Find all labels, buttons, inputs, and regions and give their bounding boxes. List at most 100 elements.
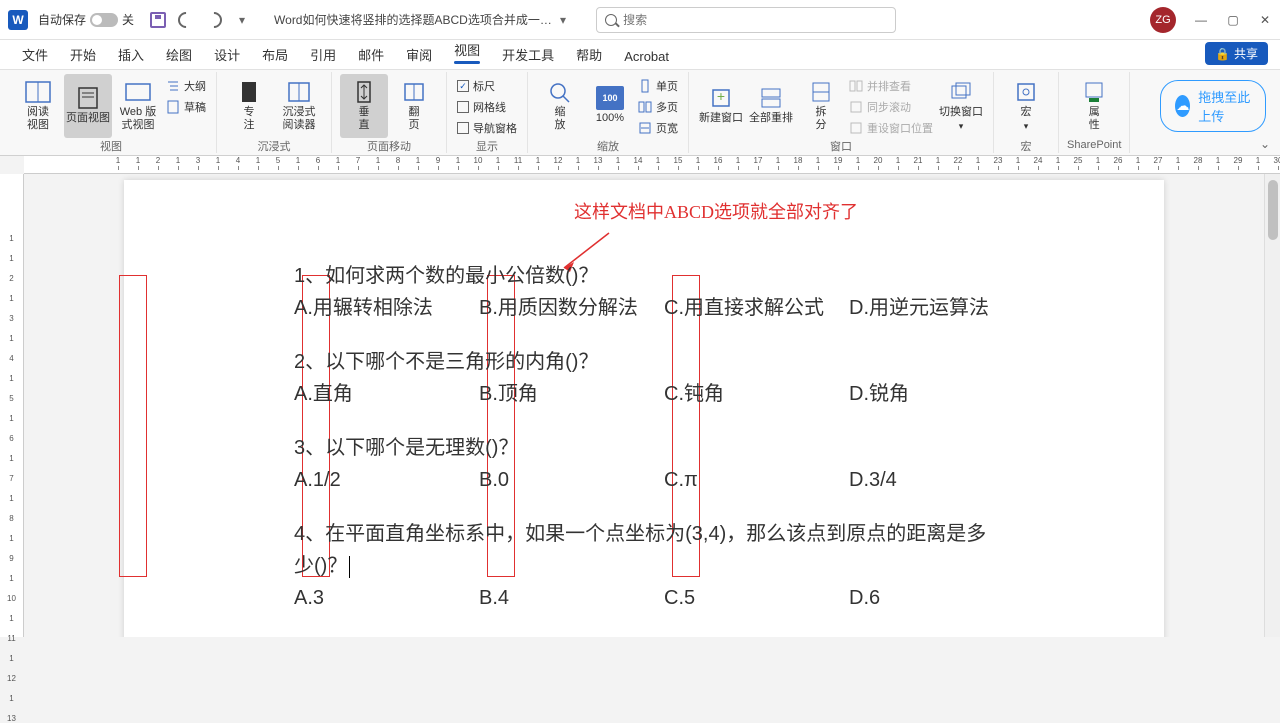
page-scroll[interactable]: 这样文档中ABCD选项就全部对齐了 1、如何求两个数的最小公倍数()？A.用辗转… [24,174,1264,637]
tab-devtools[interactable]: 开发工具 [492,40,564,69]
upload-button[interactable]: ☁ 拖拽至此上传 [1160,80,1266,132]
option[interactable]: C.用直接求解公式 [664,292,849,324]
group-label: 页面移动 [367,138,411,154]
question-block[interactable]: 4、在平面直角坐标系中，如果一个点坐标为(3,4)，那么该点到原点的距离是多少(… [294,518,994,614]
gridlines-checkbox[interactable]: 网格线 [455,97,519,117]
split-button[interactable]: 拆 分 [797,74,845,138]
save-button[interactable] [146,8,170,32]
title-dropdown-icon[interactable]: ▾ [560,13,566,27]
print-layout-button[interactable]: 页面视图 [64,74,112,138]
align-box-a [119,275,147,577]
horizontal-ruler[interactable]: 1121314151617181911011111211311411511611… [24,156,1280,174]
navpane-checkbox[interactable]: 导航窗格 [455,118,519,138]
question-block[interactable]: 1、如何求两个数的最小公倍数()？A.用辗转相除法B.用质因数分解法C.用直接求… [294,260,994,324]
option[interactable]: B.4 [479,582,664,614]
option[interactable]: C.5 [664,582,849,614]
switch-window-button[interactable]: 切换窗口▾ [937,74,985,138]
tab-acrobat[interactable]: Acrobat [614,44,679,69]
immersive-reader-button[interactable]: 沉浸式 阅读器 [275,74,323,138]
option[interactable]: B.0 [479,464,664,496]
reset-window-button: 重设窗口位置 [847,118,935,138]
search-input[interactable] [623,13,887,27]
new-window-button[interactable]: +新建窗口 [697,74,745,138]
option[interactable]: B.用质因数分解法 [479,292,664,324]
group-views: 阅读 视图 页面视图 Web 版式视图 大纲 草稿 视图 [6,72,217,153]
option[interactable]: A.1/2 [294,464,479,496]
reset-icon [849,121,863,135]
autosave-label: 自动保存 [38,11,86,28]
minimize-button[interactable]: — [1194,13,1208,27]
option[interactable]: A.3 [294,582,479,614]
question-text[interactable]: 2、以下哪个不是三角形的内角()？ [294,346,994,378]
close-button[interactable]: ✕ [1258,13,1272,27]
avatar[interactable]: ZG [1150,7,1176,33]
quick-access-toolbar: ▾ [146,8,254,32]
group-upload: ☁ 拖拽至此上传 [1130,72,1274,153]
tab-draw[interactable]: 绘图 [156,40,202,69]
tab-insert[interactable]: 插入 [108,40,154,69]
option[interactable]: D.用逆元运算法 [849,292,989,324]
autosave-toggle[interactable] [90,13,118,27]
question-text[interactable]: 1、如何求两个数的最小公倍数()？ [294,260,994,292]
option[interactable]: C.钝角 [664,378,849,410]
tab-references[interactable]: 引用 [300,40,346,69]
question-text[interactable]: 3、以下哪个是无理数()？ [294,432,994,464]
group-macro: 宏▾ 宏 [994,72,1059,153]
macro-button[interactable]: 宏▾ [1002,74,1050,138]
properties-button[interactable]: 属 性 [1070,74,1118,138]
qat-more[interactable]: ▾ [230,8,254,32]
undo-button[interactable] [174,8,198,32]
tab-design[interactable]: 设计 [204,40,250,69]
question-block[interactable]: 3、以下哪个是无理数()？A.1/2B.0C.πD.3/4 [294,432,994,496]
scrollbar-thumb[interactable] [1268,180,1278,240]
option[interactable]: A.直角 [294,378,479,410]
zoom-button[interactable]: 缩 放 [536,74,584,138]
option[interactable]: A.用辗转相除法 [294,292,479,324]
option[interactable]: D.6 [849,582,880,614]
share-button[interactable]: 🔒 共享 [1205,42,1268,65]
draft-button[interactable]: 草稿 [164,97,208,117]
tab-view[interactable]: 视图 [444,35,490,69]
vertical-ruler[interactable]: 11213141516171819110111112113 [0,174,24,637]
option[interactable]: D.锐角 [849,378,909,410]
workspace: 11213141516171819110111112113 这样文档中ABCD选… [0,174,1280,637]
tab-mailings[interactable]: 邮件 [348,40,394,69]
checkbox-icon [457,101,469,113]
macro-icon [1012,80,1040,104]
web-layout-button[interactable]: Web 版式视图 [114,74,162,138]
chevron-down-icon: ▾ [1024,121,1029,132]
tab-layout[interactable]: 布局 [252,40,298,69]
autosave[interactable]: 自动保存 关 [38,11,134,28]
annotation-text: 这样文档中ABCD选项就全部对齐了 [574,198,858,224]
pagewidth-button[interactable]: 页宽 [636,118,680,138]
outline-button[interactable]: 大纲 [164,76,208,96]
tab-home[interactable]: 开始 [60,40,106,69]
question-block[interactable]: 2、以下哪个不是三角形的内角()？A.直角B.顶角C.钝角D.锐角 [294,346,994,410]
maximize-button[interactable]: ▢ [1226,13,1240,27]
search-box[interactable] [596,7,896,33]
tab-help[interactable]: 帮助 [566,40,612,69]
option[interactable]: C.π [664,464,849,496]
onepage-button[interactable]: 单页 [636,76,680,96]
group-label: 沉浸式 [258,138,291,154]
ruler-checkbox[interactable]: ✓标尺 [455,76,519,96]
document-page[interactable]: 这样文档中ABCD选项就全部对齐了 1、如何求两个数的最小公倍数()？A.用辗转… [124,180,1164,637]
redo-button[interactable] [202,8,226,32]
collapse-ribbon-button[interactable]: ⌄ [1260,137,1270,151]
reading-icon [24,80,52,104]
tab-file[interactable]: 文件 [12,40,58,69]
web-layout-icon [124,80,152,104]
option[interactable]: B.顶角 [479,378,664,410]
redo-icon [203,8,226,31]
focus-button[interactable]: 专 注 [225,74,273,138]
question-text[interactable]: 4、在平面直角坐标系中，如果一个点坐标为(3,4)，那么该点到原点的距离是多少(… [294,518,994,582]
arrange-all-button[interactable]: 全部重排 [747,74,795,138]
vertical-scrollbar[interactable] [1264,174,1280,637]
vertical-button[interactable]: 垂 直 [340,74,388,138]
hundred-button[interactable]: 100100% [586,74,634,138]
multipage-button[interactable]: 多页 [636,97,680,117]
flip-button[interactable]: 翻 页 [390,74,438,138]
tab-review[interactable]: 审阅 [396,40,442,69]
reading-view-button[interactable]: 阅读 视图 [14,74,62,138]
option[interactable]: D.3/4 [849,464,897,496]
